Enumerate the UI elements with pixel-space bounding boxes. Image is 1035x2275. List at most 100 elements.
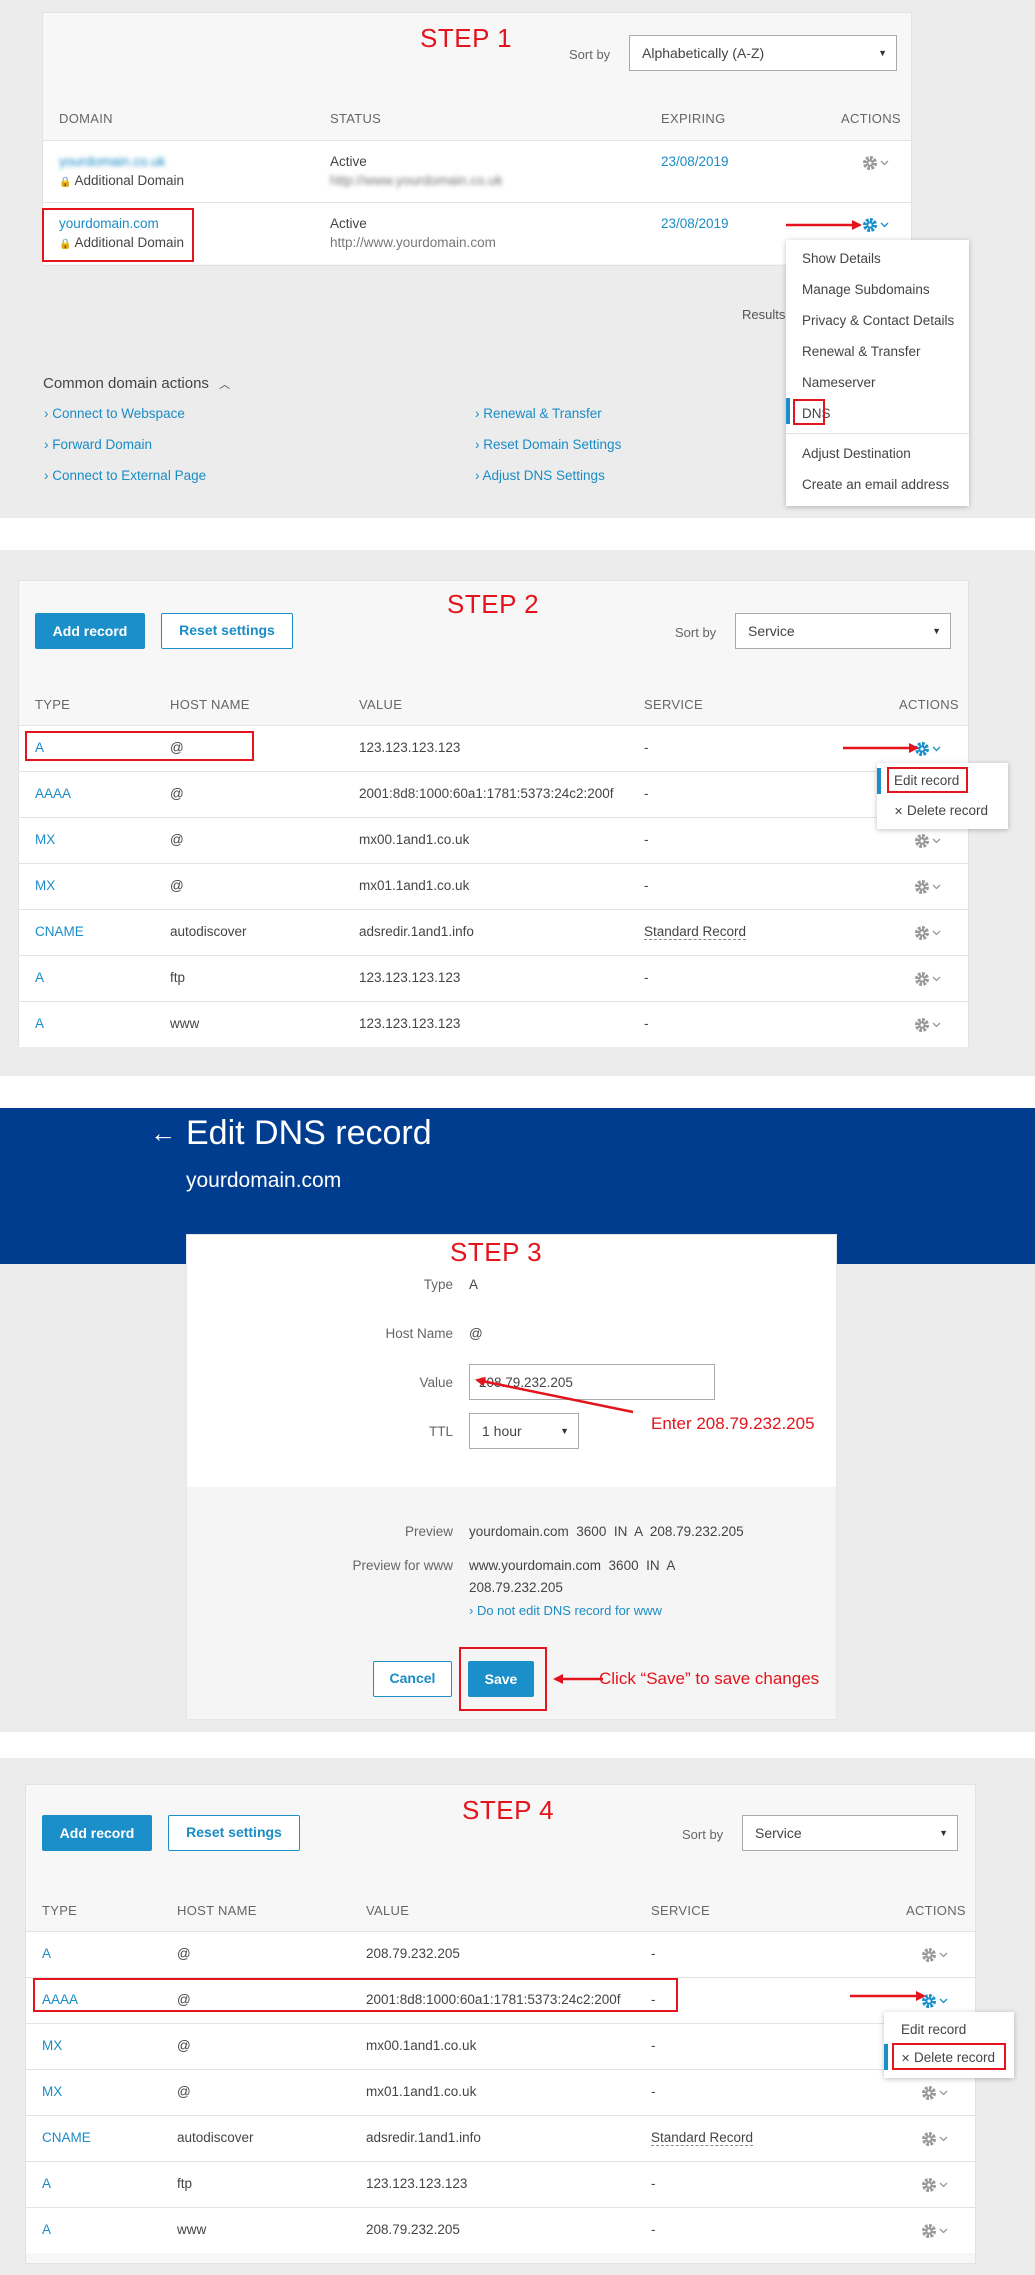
record-service: - [644, 832, 649, 847]
gear-dropdown-icon[interactable] [921, 2176, 951, 2194]
dns-rows: A @208.79.232.205- AAAA @2001:8d8:1000:60a1… [26, 1785, 975, 2263]
preview-label: Preview [404, 1524, 453, 1539]
table-row: Aftp 123.123.123.123 - [26, 2161, 975, 2207]
quick-link[interactable]: › Forward Domain [44, 437, 152, 452]
menu-item-privacy-contact[interactable]: Privacy & Contact Details [802, 313, 954, 328]
cancel-button[interactable]: Cancel [373, 1661, 452, 1697]
gear-dropdown-icon[interactable] [921, 2130, 951, 2148]
gear-dropdown-icon[interactable] [862, 154, 892, 172]
record-service: - [651, 1946, 656, 1961]
record-service: - [651, 2222, 656, 2237]
table-row: MX @ mx00.1and1.co.uk - [19, 817, 968, 863]
record-type-link[interactable]: MX [42, 2038, 62, 2053]
menu-item-edit-record[interactable]: Edit record [901, 2022, 966, 2037]
record-host: @ [170, 878, 184, 893]
domain-link[interactable]: yourdomain.co.uk [59, 154, 166, 169]
menu-item-show-details[interactable]: Show Details [802, 251, 881, 266]
record-type-link[interactable]: A [42, 2222, 51, 2237]
gear-dropdown-icon[interactable] [921, 1946, 951, 1964]
record-value: 208.79.232.205 [366, 2222, 460, 2237]
gear-dropdown-icon[interactable] [921, 2222, 951, 2240]
highlight-domain [42, 208, 194, 262]
status-text: Active [330, 154, 367, 169]
record-type-link[interactable]: A [42, 1946, 51, 1961]
menu-item-create-email[interactable]: Create an email address [802, 477, 949, 492]
menu-divider [786, 433, 969, 434]
dns-rows: A @123.123.123.123 - AAAA @2001:8d8:1000:60a… [19, 581, 968, 1047]
record-type-link[interactable]: A [35, 1016, 44, 1031]
record-type-link[interactable]: MX [35, 832, 55, 847]
gear-dropdown-icon[interactable] [862, 216, 892, 234]
menu-item-delete-record[interactable]: ✕ Delete record [894, 803, 988, 818]
menu-item-nameserver[interactable]: Nameserver [802, 375, 876, 390]
menu-item-renewal-transfer[interactable]: Renewal & Transfer [802, 344, 921, 359]
gear-dropdown-icon[interactable] [914, 832, 944, 850]
status-text: Active [330, 216, 367, 231]
gear-dropdown-icon[interactable] [921, 2084, 951, 2102]
preview-section: Preview yourdomain.com 3600 IN A 208.79.… [187, 1487, 836, 1719]
common-actions-title[interactable]: Common domain actions ︿ [43, 375, 230, 392]
record-host: @ [177, 1946, 191, 1961]
expiring-date: 23/08/2019 [661, 154, 729, 169]
record-type-link[interactable]: MX [35, 878, 55, 893]
quick-link[interactable]: › Reset Domain Settings [475, 437, 621, 452]
menu-item-adjust-destination[interactable]: Adjust Destination [802, 446, 911, 461]
menu-active-indicator [877, 768, 881, 794]
gear-dropdown-icon[interactable] [914, 1016, 944, 1034]
record-value: 123.123.123.123 [359, 970, 461, 985]
quick-link[interactable]: › Renewal & Transfer [475, 406, 602, 421]
record-type-link[interactable]: MX [42, 2084, 62, 2099]
sort-label: Sort by [569, 47, 611, 62]
record-actions-menu: Edit record ✕ Delete record [877, 763, 1008, 829]
step3-band: ← Edit DNS record yourdomain.com STEP 3 … [0, 1108, 1035, 1732]
menu-item-manage-subdomains[interactable]: Manage Subdomains [802, 282, 930, 297]
step4-band: STEP 4 Add record Reset settings Sort by… [0, 1758, 1035, 2275]
record-service: - [651, 2084, 656, 2099]
record-type-link[interactable]: A [35, 970, 44, 985]
record-host: ftp [177, 2176, 193, 2191]
gear-dropdown-icon[interactable] [914, 924, 944, 942]
record-service: - [644, 786, 649, 801]
record-service: Standard Record [651, 2130, 754, 2146]
type-value: A [469, 1277, 479, 1292]
record-type-link[interactable]: CNAME [42, 2130, 91, 2145]
record-service: - [644, 1016, 649, 1031]
sort-select[interactable]: Alphabetically (A-Z) ▼ [629, 35, 897, 71]
chevron-up-icon: ︿ [219, 379, 231, 391]
record-value: mx01.1and1.co.uk [359, 878, 470, 893]
preview-www-label: Preview for www [352, 1558, 453, 1573]
table-row: Aftp 123.123.123.123 - [19, 955, 968, 1001]
results-label: Results [742, 307, 786, 322]
close-icon: ✕ [894, 806, 904, 818]
record-host: @ [177, 2084, 191, 2099]
quick-link[interactable]: › Connect to External Page [44, 468, 206, 483]
record-host: @ [177, 2038, 191, 2053]
gear-dropdown-icon[interactable] [914, 970, 944, 988]
red-arrow [553, 1674, 603, 1684]
type-label: Type [423, 1277, 453, 1292]
record-value: mx00.1and1.co.uk [359, 832, 470, 847]
record-type-link[interactable]: A [42, 2176, 51, 2191]
quick-link[interactable]: › Connect to Webspace [44, 406, 185, 421]
column-header-expiring: EXPIRING [661, 111, 726, 126]
highlight-a-record [25, 731, 254, 761]
record-value: 123.123.123.123 [359, 740, 461, 755]
table-row: CNAME autodiscover adsredir.1and1.info Stan… [19, 909, 968, 955]
preview-value: yourdomain.com 3600 IN A 208.79.232.205 [469, 1524, 744, 1539]
record-host: www [177, 2222, 207, 2237]
quick-link[interactable]: › Adjust DNS Settings [475, 468, 605, 483]
record-service: - [651, 2176, 656, 2191]
table-row: Awww 123.123.123.123 - [19, 1001, 968, 1047]
preview-www-value-line2: 208.79.232.205 [469, 1580, 563, 1595]
dns-records-panel: STEP 4 Add record Reset settings Sort by… [25, 1784, 976, 2264]
record-type-link[interactable]: CNAME [35, 924, 84, 939]
highlight-dns [793, 399, 825, 425]
back-arrow-icon[interactable]: ← [150, 1118, 176, 1149]
step3-title: STEP 3 [450, 1237, 543, 1267]
red-arrow [850, 1991, 926, 2001]
gear-dropdown-icon[interactable] [914, 878, 944, 896]
preview-www-value-line1: www.yourdomain.com 3600 IN A [469, 1558, 676, 1573]
record-type-link[interactable]: AAAA [35, 786, 71, 801]
no-edit-www-link[interactable]: › Do not edit DNS record for www [469, 1603, 662, 1618]
column-header-status: STATUS [330, 111, 382, 126]
